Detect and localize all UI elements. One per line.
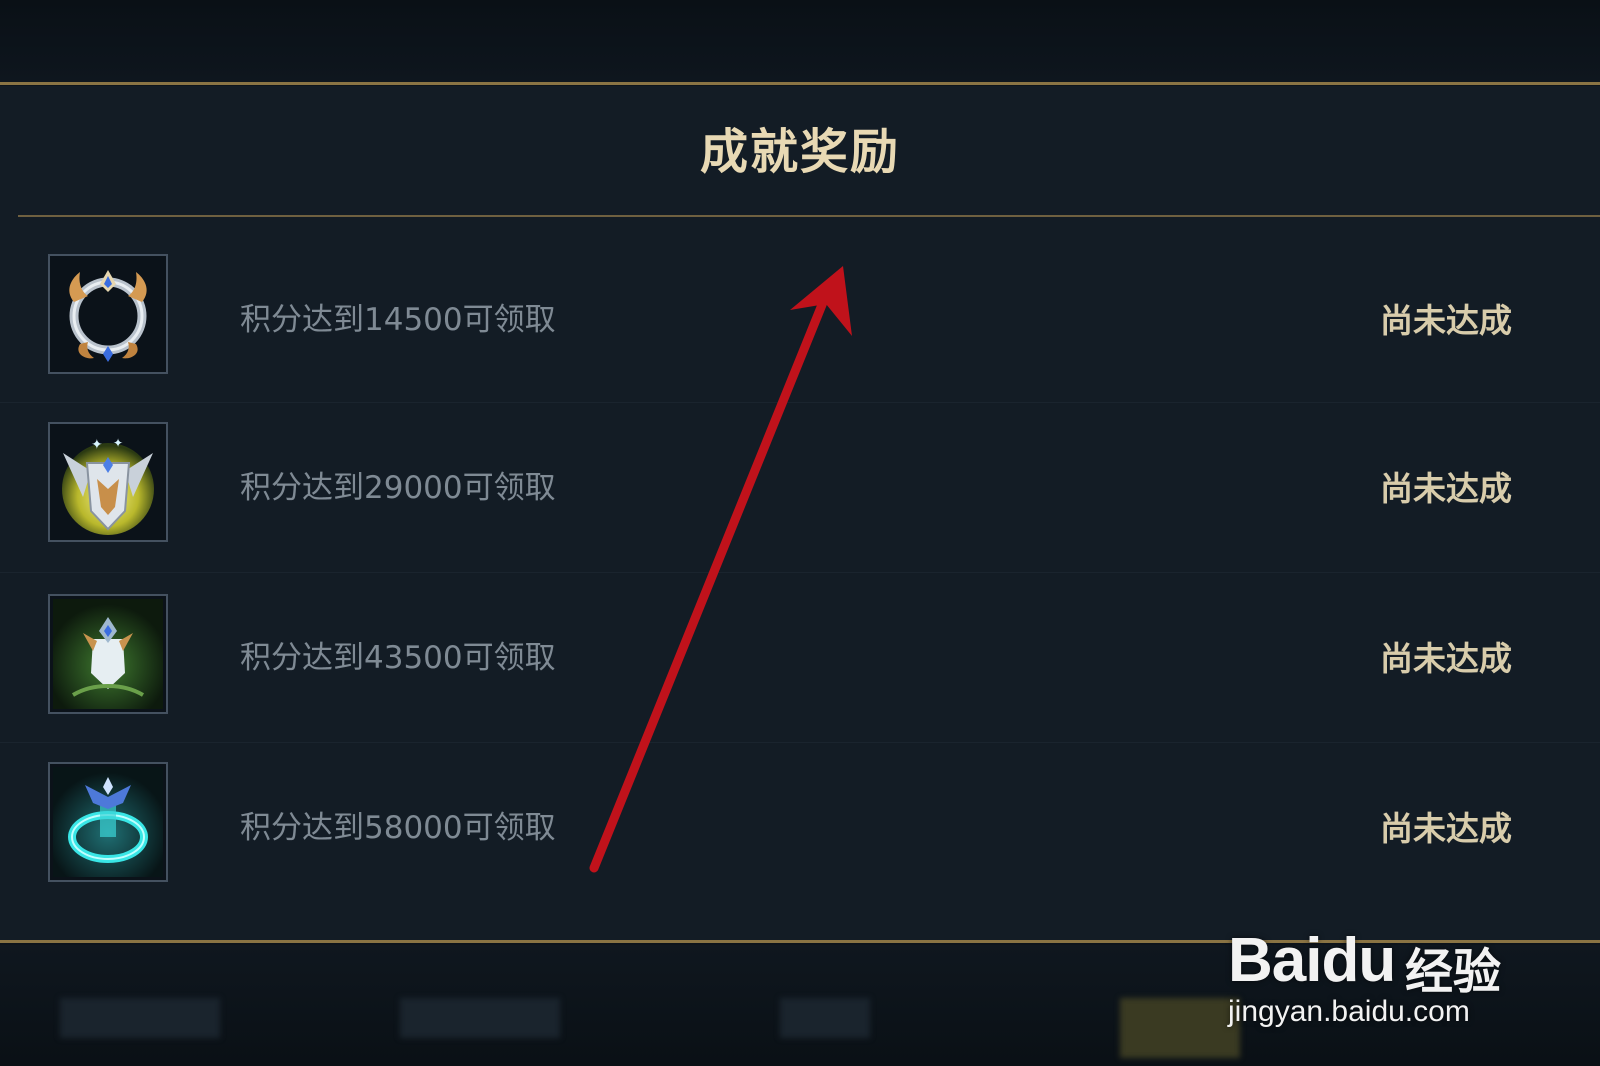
baidu-watermark-logo: Baidu (1228, 926, 1396, 995)
baidu-watermark-cn: 经验 (1405, 944, 1502, 1000)
reward-status: 尚未达成 (1380, 809, 1512, 848)
bottom-tab-blurred[interactable] (400, 998, 560, 1038)
top-gold-divider (0, 82, 1600, 85)
bottom-tab-blurred[interactable] (780, 998, 870, 1038)
teal-portal-ring-icon[interactable] (48, 762, 168, 882)
reward-row[interactable]: 积分达到58000可领取 尚未达成 (0, 742, 1600, 912)
bottom-tab-blurred[interactable] (60, 998, 220, 1038)
crystal-crest-icon[interactable] (48, 594, 168, 714)
reward-condition: 积分达到58000可领取 (240, 810, 556, 846)
reward-status: 尚未达成 (1380, 301, 1512, 340)
reward-row[interactable]: 积分达到14500可领取 尚未达成 (0, 232, 1600, 403)
title-divider (18, 215, 1600, 217)
reward-status: 尚未达成 (1380, 639, 1512, 678)
reward-condition: 积分达到29000可领取 (240, 470, 556, 506)
bottom-tab-blurred[interactable] (1120, 998, 1240, 1058)
svg-text:✦: ✦ (113, 436, 123, 450)
silver-ring-frame-icon[interactable] (48, 254, 168, 374)
reward-condition: 积分达到14500可领取 (240, 302, 556, 338)
reward-row[interactable]: ✦ ✦ 积分达到29000可领取 尚未达成 (0, 402, 1600, 573)
reward-row[interactable]: 积分达到43500可领取 尚未达成 (0, 572, 1600, 743)
winged-shield-icon[interactable]: ✦ ✦ (48, 422, 168, 542)
reward-condition: 积分达到43500可领取 (240, 640, 556, 676)
baidu-watermark-url: jingyan.baidu.com (1228, 995, 1470, 1028)
reward-status: 尚未达成 (1380, 469, 1512, 508)
panel-title: 成就奖励 (699, 124, 900, 180)
svg-text:✦: ✦ (91, 437, 103, 453)
top-bar (0, 0, 1600, 83)
